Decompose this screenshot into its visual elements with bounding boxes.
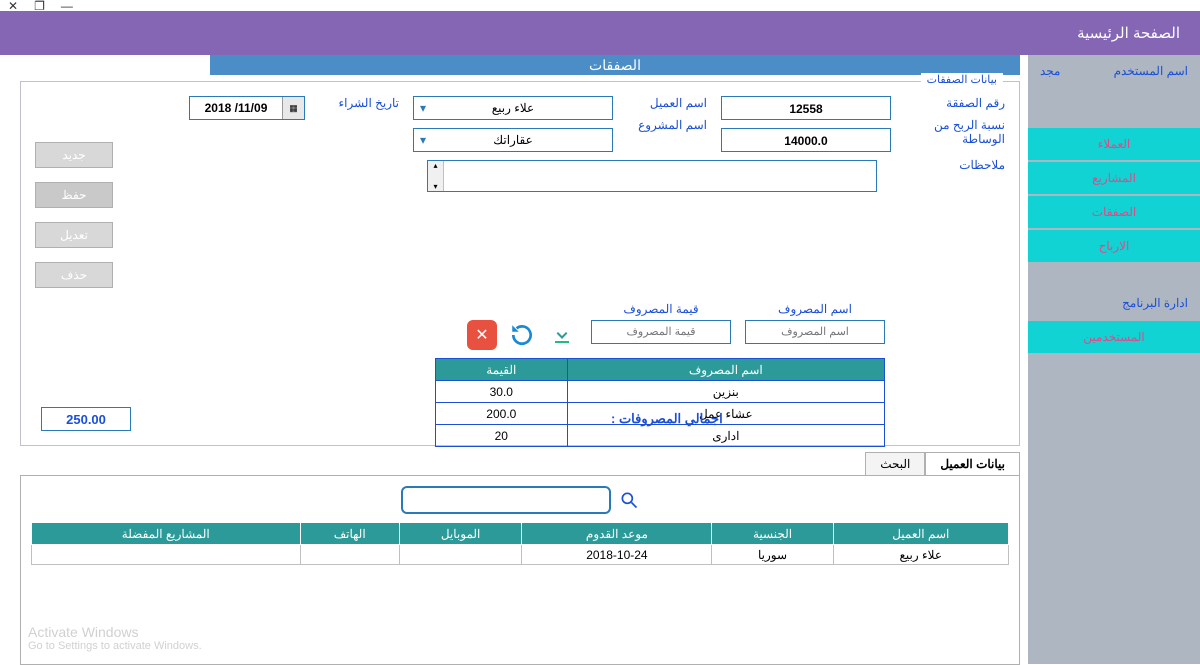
notes-textarea[interactable]: ▴▾ xyxy=(427,160,877,192)
save-button[interactable]: حفظ xyxy=(35,182,113,208)
tabs: بيانات العميل البحث xyxy=(20,452,1020,475)
edit-button[interactable]: تعديل xyxy=(35,222,113,248)
clients-table: اسم العميل الجنسية موعد القدوم الموبايل … xyxy=(31,522,1009,565)
sidebar-user: اسم المستخدم مجد xyxy=(1028,55,1200,87)
calendar-icon[interactable]: ▦ xyxy=(282,97,304,119)
sidebar: اسم المستخدم مجد العملاء المشاريع الصفقا… xyxy=(1028,55,1200,664)
deal-panel: بيانات الصفقات رقم الصفقة نسبة الربح من … xyxy=(20,81,1020,446)
delete-button[interactable]: حذف xyxy=(35,262,113,288)
client-select[interactable]: علاء ربيع xyxy=(413,96,613,120)
label-expense-value: قيمة المصروف xyxy=(623,302,698,316)
purchase-date-input[interactable]: ▦ 11/09/ 2018 xyxy=(189,96,305,120)
th-mobile: الموبايل xyxy=(399,523,521,545)
th-client-name: اسم العميل xyxy=(833,523,1008,545)
project-select-value: عقاراتك xyxy=(493,133,532,147)
profit-pct-input[interactable]: 14000.0 xyxy=(721,128,891,152)
close-icon[interactable]: ✕ xyxy=(467,320,497,350)
sidebar-item-users[interactable]: المستخدمين xyxy=(1028,321,1200,353)
table-row[interactable]: علاء ربيع سوريا 2018-10-24 xyxy=(32,545,1009,565)
label-notes: ملاحظات xyxy=(905,158,1005,172)
total-expenses-value: 250.00 xyxy=(41,407,131,431)
label-profit-pct: نسبة الربح من الوساطة xyxy=(905,118,1005,146)
main-content: الصفقات بيانات الصفقات رقم الصفقة نسبة ا… xyxy=(0,55,1028,664)
th-phone: الهاتف xyxy=(300,523,399,545)
label-expense-name: اسم المصروف xyxy=(778,302,852,316)
user-value: مجد xyxy=(1040,64,1060,78)
label-deal-no: رقم الصفقة xyxy=(905,96,1005,110)
label-purchase-date: تاريخ الشراء xyxy=(319,96,399,110)
notes-scrollbar[interactable]: ▴▾ xyxy=(428,161,444,191)
th-fav-projects: المشاريع المفضلة xyxy=(32,523,301,545)
purchase-date-value: 11/09/ 2018 xyxy=(190,101,282,115)
table-row[interactable]: بنزين30.0 xyxy=(436,381,885,403)
new-button[interactable]: جديد xyxy=(35,142,113,168)
client-select-value: علاء ربيع xyxy=(492,101,534,115)
app-header: الصفحة الرئيسية xyxy=(0,11,1200,55)
search-icon[interactable] xyxy=(619,490,639,510)
content-title: الصفقات xyxy=(210,55,1020,75)
minimize-icon[interactable]: — xyxy=(61,0,73,13)
expenses-table: اسم المصروف القيمة بنزين30.0 عشاء عمل200… xyxy=(435,358,885,447)
sidebar-item-deals[interactable]: الصفقات xyxy=(1028,196,1200,228)
download-icon[interactable] xyxy=(547,320,577,350)
exp-th-value: القيمة xyxy=(436,359,568,381)
user-label: اسم المستخدم xyxy=(1114,64,1188,78)
sidebar-item-clients[interactable]: العملاء xyxy=(1028,128,1200,160)
search-input[interactable] xyxy=(401,486,611,514)
close-icon[interactable]: ✕ xyxy=(8,0,18,13)
window-titlebar: ✕ ❐ — xyxy=(0,0,1200,11)
deal-no-input[interactable]: 12558 xyxy=(721,96,891,120)
expense-name-input[interactable] xyxy=(745,320,885,344)
maximize-icon[interactable]: ❐ xyxy=(34,0,45,13)
label-client: اسم العميل xyxy=(627,96,707,110)
page-title: الصفحة الرئيسية xyxy=(1077,24,1180,42)
refresh-icon[interactable] xyxy=(507,320,537,350)
th-arrival: موعد القدوم xyxy=(522,523,712,545)
expense-value-input[interactable] xyxy=(591,320,731,344)
tab-client-data[interactable]: بيانات العميل xyxy=(925,452,1020,475)
sidebar-item-profits[interactable]: الارباح xyxy=(1028,230,1200,262)
tab-search[interactable]: البحث xyxy=(865,452,925,475)
label-project: اسم المشروع xyxy=(627,118,707,132)
project-select[interactable]: عقاراتك xyxy=(413,128,613,152)
sidebar-section-admin: ادارة البرنامج xyxy=(1028,287,1200,319)
panel-legend: بيانات الصفقات xyxy=(921,73,1003,86)
activate-windows-watermark: Activate Windows Go to Settings to activ… xyxy=(28,624,202,652)
sidebar-item-projects[interactable]: المشاريع xyxy=(1028,162,1200,194)
th-nationality: الجنسية xyxy=(712,523,833,545)
label-total-expenses: اجمالي المصروفات : xyxy=(611,411,723,427)
exp-th-name: اسم المصروف xyxy=(567,359,884,381)
